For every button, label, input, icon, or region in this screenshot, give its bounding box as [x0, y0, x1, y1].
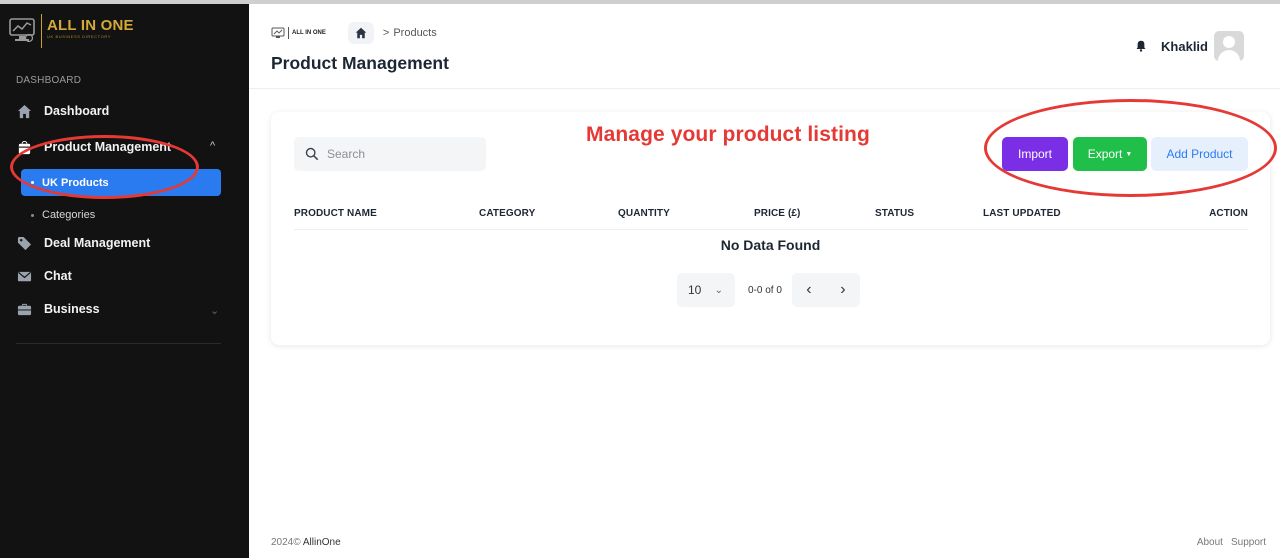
bag-icon	[16, 139, 32, 155]
search-icon	[305, 147, 319, 161]
brand-tagline: UK BUSINESS DIRECTORY	[47, 34, 112, 39]
breadcrumb-logo-divider	[288, 27, 289, 39]
sidebar-item-dashboard[interactable]: Dashboard	[16, 100, 109, 122]
mail-icon	[16, 268, 32, 284]
column-header-status[interactable]: STATUS	[875, 208, 914, 219]
sidebar-item-deal-management[interactable]: Deal Management	[16, 232, 150, 254]
monitor-chart-icon	[9, 18, 35, 43]
sidebar-section-label: DASHBOARD	[16, 75, 82, 86]
search-input[interactable]	[327, 147, 467, 161]
page-nav: ‹ ›	[791, 273, 860, 307]
monitor-chart-icon	[271, 27, 285, 38]
column-header-category[interactable]: CATEGORY	[479, 208, 535, 219]
sidebar-item-label: Deal Management	[44, 236, 151, 250]
brand-name: ALL IN ONE	[47, 17, 134, 34]
column-header-price[interactable]: PRICE (£)	[754, 208, 800, 219]
breadcrumb-current[interactable]: Products	[393, 27, 436, 39]
export-button[interactable]: Export ▼	[1073, 137, 1147, 171]
footer-year: 2024©	[271, 537, 301, 548]
breadcrumb-separator: >	[382, 27, 390, 39]
column-header-action: ACTION	[1209, 208, 1248, 219]
footer-link-about[interactable]: About	[1197, 537, 1223, 548]
breadcrumb-logo[interactable]: ALL IN ONE	[271, 27, 326, 39]
home-icon	[16, 103, 32, 119]
bell-icon	[1136, 40, 1146, 52]
tag-icon	[16, 235, 32, 251]
home-button[interactable]	[347, 22, 374, 44]
avatar-head	[1223, 36, 1235, 48]
page-title: Product Management	[271, 53, 449, 73]
sidebar-item-product-management[interactable]: Product Management	[16, 136, 171, 158]
export-label: Export	[1087, 147, 1123, 161]
chevron-up-icon[interactable]: ^	[210, 140, 215, 152]
sidebar-item-label: Product Management	[44, 140, 172, 154]
annotation-caption: Manage your product listing	[586, 123, 870, 146]
chevron-down-icon: ⌄	[714, 284, 723, 296]
empty-state-text: No Data Found	[720, 237, 821, 253]
home-icon	[355, 27, 367, 39]
search-box[interactable]	[294, 137, 486, 171]
chevron-down-icon[interactable]: ⌄	[210, 304, 219, 317]
sidebar-item-chat[interactable]: Chat	[16, 265, 72, 287]
top-header: ALL IN ONE > Products Product Management…	[249, 4, 1280, 89]
footer-brand: AllinOne	[302, 537, 341, 548]
next-page-button[interactable]: ›	[840, 281, 845, 299]
sidebar-divider	[16, 343, 221, 344]
products-card: Manage your product listing Import Expor…	[271, 112, 1270, 345]
breadcrumb: ALL IN ONE > Products	[271, 22, 437, 44]
caret-down-icon: ▼	[1125, 150, 1133, 158]
brand-logo[interactable]: ALL IN ONE UK BUSINESS DIRECTORY	[8, 14, 134, 48]
footer-link-support[interactable]: Support	[1231, 537, 1266, 548]
logo-divider	[41, 14, 42, 48]
sidebar: ALL IN ONE UK BUSINESS DIRECTORY DASHBOA…	[0, 4, 249, 558]
footer-copyright: 2024© AllinOne	[271, 537, 341, 548]
pagination: 10 ⌄ 0-0 of 0 ‹ ›	[677, 273, 860, 307]
sidebar-subitem-label: Categories	[42, 209, 96, 221]
column-header-quantity[interactable]: QUANTITY	[618, 208, 670, 219]
breadcrumb-logo-text: ALL IN ONE	[292, 30, 326, 36]
avatar[interactable]	[1214, 31, 1244, 61]
footer-links: About Support	[1189, 537, 1266, 548]
add-product-button[interactable]: Add Product	[1151, 137, 1248, 171]
notification-button[interactable]	[1131, 36, 1151, 56]
table-header: PRODUCT NAME CATEGORY QUANTITY PRICE (£)…	[294, 208, 1248, 230]
prev-page-button[interactable]: ‹	[806, 281, 811, 299]
sidebar-item-label: Business	[44, 302, 100, 316]
column-header-product-name[interactable]: PRODUCT NAME	[294, 208, 377, 219]
sidebar-item-business[interactable]: Business	[16, 298, 100, 320]
bullet-icon	[31, 213, 34, 217]
sidebar-subitem-label: UK Products	[42, 176, 109, 189]
rows-per-page-select[interactable]: 10 ⌄	[677, 273, 735, 307]
sidebar-item-label: Chat	[44, 269, 72, 283]
sidebar-item-label: Dashboard	[44, 104, 110, 118]
sidebar-subitem-categories[interactable]: Categories	[21, 208, 95, 222]
import-button[interactable]: Import	[1002, 137, 1068, 171]
column-header-last-updated[interactable]: LAST UPDATED	[983, 208, 1061, 219]
user-menu[interactable]: Khaklid	[1131, 31, 1244, 61]
pagination-range: 0-0 of 0	[748, 284, 782, 296]
rows-per-page-value: 10	[688, 283, 702, 297]
user-name[interactable]: Khaklid	[1161, 39, 1208, 54]
bullet-icon	[31, 181, 34, 184]
sidebar-subitem-uk-products[interactable]: UK Products	[21, 169, 221, 196]
avatar-body	[1218, 50, 1240, 61]
briefcase-icon	[16, 301, 32, 317]
